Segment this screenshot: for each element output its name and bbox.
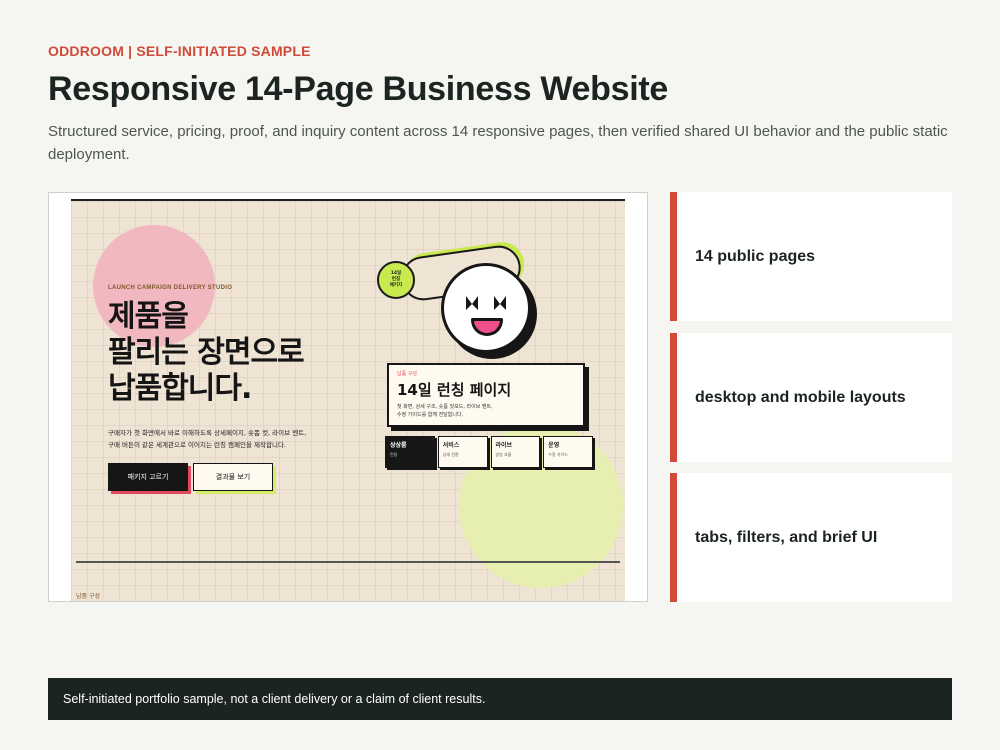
preview-delivery-card: 납품 구성 14일 런칭 페이지 첫 화면, 상세 구조, 숏폼 컷보드, 라이… xyxy=(387,363,585,427)
feature-label: 14 public pages xyxy=(695,247,816,265)
feature-label: desktop and mobile layouts xyxy=(695,388,906,406)
feature-card: tabs, filters, and brief UI xyxy=(670,473,952,602)
eyebrow-label: ODDROOM | SELF-INITIATED SAMPLE xyxy=(48,43,311,59)
card-text: 첫 화면, 상세 구조, 숏폼 컷보드, 라이브 멘트, 수정 가이드를 함께 … xyxy=(397,404,493,418)
preview-screenshot: LAUNCH CAMPAIGN DELIVERY STUDIO 제품을 팔리는 … xyxy=(71,199,625,601)
preview-badge: 14일 런칭 패키지 xyxy=(377,261,415,299)
page-description: Structured service, pricing, proof, and … xyxy=(48,123,948,163)
disclaimer-text: Self-initiated portfolio sample, not a c… xyxy=(63,692,486,706)
card-kicker: 납품 구성 xyxy=(397,371,417,377)
feature-card: desktop and mobile layouts xyxy=(670,333,952,462)
tab-sub: 수정 가이드 xyxy=(548,452,568,457)
preview-divider xyxy=(76,561,620,563)
preview-tab: 서비스 상세 전환 xyxy=(437,436,488,468)
disclaimer-bar: Self-initiated portfolio sample, not a c… xyxy=(48,678,952,720)
smiley-face-icon xyxy=(441,263,531,353)
website-preview-image: LAUNCH CAMPAIGN DELIVERY STUDIO 제품을 팔리는 … xyxy=(48,192,648,602)
preview-package-button: 패키지 고르기 xyxy=(108,463,188,491)
preview-tabs: 상상룸 런칭 서비스 상세 전환 라이브 방송 흐름 운영 수정 가이드 xyxy=(385,436,593,468)
tab-sub: 방송 흐름 xyxy=(495,452,512,457)
preview-tab: 운영 수정 가이드 xyxy=(543,436,593,468)
feature-label: tabs, filters, and brief UI xyxy=(695,528,878,546)
smiley-mouth xyxy=(471,318,503,336)
card-title: 14일 런칭 페이지 xyxy=(397,381,512,399)
preview-tab: 상상룸 런칭 xyxy=(385,436,435,468)
left-eye-icon xyxy=(466,296,478,310)
tab-name: 상상룸 xyxy=(390,442,407,449)
preview-intro-text: 구매자가 첫 화면에서 바로 이해하도록 상세페이지, 숏폼 컷, 라이브 멘트… xyxy=(108,429,307,449)
page-title: Responsive 14-Page Business Website xyxy=(48,70,669,108)
tab-sub: 상세 전환 xyxy=(442,452,459,457)
right-eye-icon xyxy=(494,296,506,310)
tab-name: 서비스 xyxy=(442,442,460,449)
preview-results-button: 결과물 보기 xyxy=(193,463,273,491)
preview-tab: 라이브 방송 흐름 xyxy=(490,436,541,468)
tab-name: 라이브 xyxy=(495,442,513,449)
tab-sub: 런칭 xyxy=(390,452,398,457)
preview-headline: 제품을 팔리는 장면으로 납품합니다. xyxy=(108,299,305,406)
feature-card: 14 public pages xyxy=(670,192,952,321)
preview-section-label: 납품 구성 xyxy=(76,593,100,600)
preview-studio-label: LAUNCH CAMPAIGN DELIVERY STUDIO xyxy=(108,285,233,291)
tab-name: 운영 xyxy=(548,442,560,449)
